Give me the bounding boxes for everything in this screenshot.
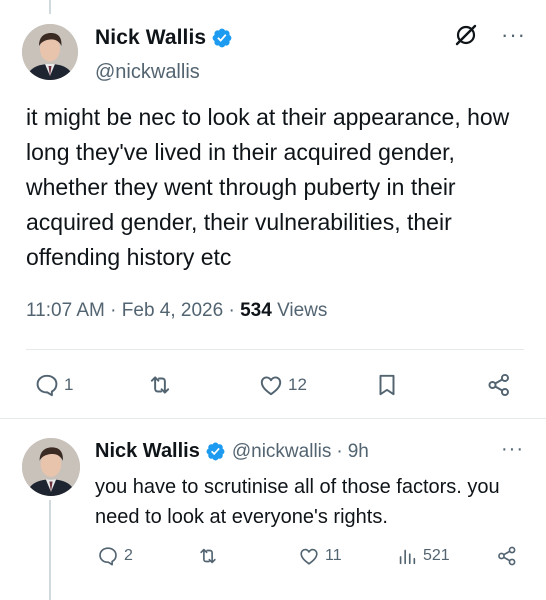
reply-reply-button[interactable]: 2 [97, 545, 133, 567]
bookmark-button[interactable] [374, 372, 400, 398]
share-icon [496, 545, 518, 567]
reply-button[interactable]: 1 [34, 372, 73, 398]
meta-separator: · [110, 300, 117, 321]
author-handle[interactable]: @nickwallis [95, 61, 200, 84]
repost-icon [147, 372, 173, 398]
share-button[interactable] [486, 372, 512, 398]
reply-repost-button[interactable] [197, 545, 224, 567]
reply-more-icon[interactable]: ··· [501, 438, 524, 461]
meta-separator: · [336, 440, 343, 462]
meta-separator: · [228, 300, 235, 321]
views-icon [396, 545, 418, 567]
avatar-photo [22, 24, 78, 80]
reply-views-button[interactable]: 521 [396, 545, 450, 567]
avatar-photo [22, 438, 80, 496]
repost-button[interactable] [147, 372, 177, 398]
reply-author-handle[interactable]: @nickwallis [232, 441, 332, 463]
divider [26, 349, 524, 350]
verified-badge-icon [205, 441, 226, 462]
views-count: 534 [240, 300, 272, 321]
thread-line-top [49, 0, 51, 14]
grok-icon[interactable] [453, 22, 479, 48]
more-icon[interactable]: ··· [501, 24, 526, 46]
like-icon [298, 545, 320, 567]
reply-count: 2 [124, 547, 133, 564]
author-row: Nick Wallis [95, 26, 233, 50]
reply-author-row: Nick Wallis @nickwallis · 9h [95, 440, 369, 463]
like-button[interactable]: 12 [258, 372, 307, 398]
post-date[interactable]: Feb 4, 2026 [122, 300, 223, 321]
post-top-actions: ··· [453, 22, 526, 48]
reply-author-name[interactable]: Nick Wallis [95, 440, 200, 463]
reply-age[interactable]: 9h [348, 441, 369, 463]
post-time[interactable]: 11:07 AM [26, 300, 105, 321]
reply-avatar[interactable] [22, 438, 80, 496]
thread-line [49, 500, 51, 600]
reply-count: 1 [64, 375, 74, 394]
reply-icon [34, 372, 60, 398]
bookmark-icon [374, 372, 400, 398]
share-icon [486, 372, 512, 398]
repost-icon [197, 545, 219, 567]
reply-text: you have to scrutinise all of those fact… [95, 476, 500, 528]
reply-share-button[interactable] [496, 545, 518, 567]
author-name[interactable]: Nick Wallis [95, 26, 206, 50]
views-label: Views [277, 300, 328, 321]
reply-icon [97, 545, 119, 567]
post-text: it might be nec to look at their appeara… [26, 104, 510, 270]
like-icon [258, 372, 284, 398]
verified-badge-icon [211, 27, 233, 49]
divider [0, 418, 546, 419]
like-count: 12 [288, 375, 307, 394]
avatar[interactable] [22, 24, 78, 80]
reply-like-button[interactable]: 11 [298, 545, 342, 567]
post-meta: 11:07 AM · Feb 4, 2026 · 534 Views [26, 300, 327, 322]
views-count: 521 [423, 547, 450, 564]
like-count: 11 [325, 547, 342, 564]
